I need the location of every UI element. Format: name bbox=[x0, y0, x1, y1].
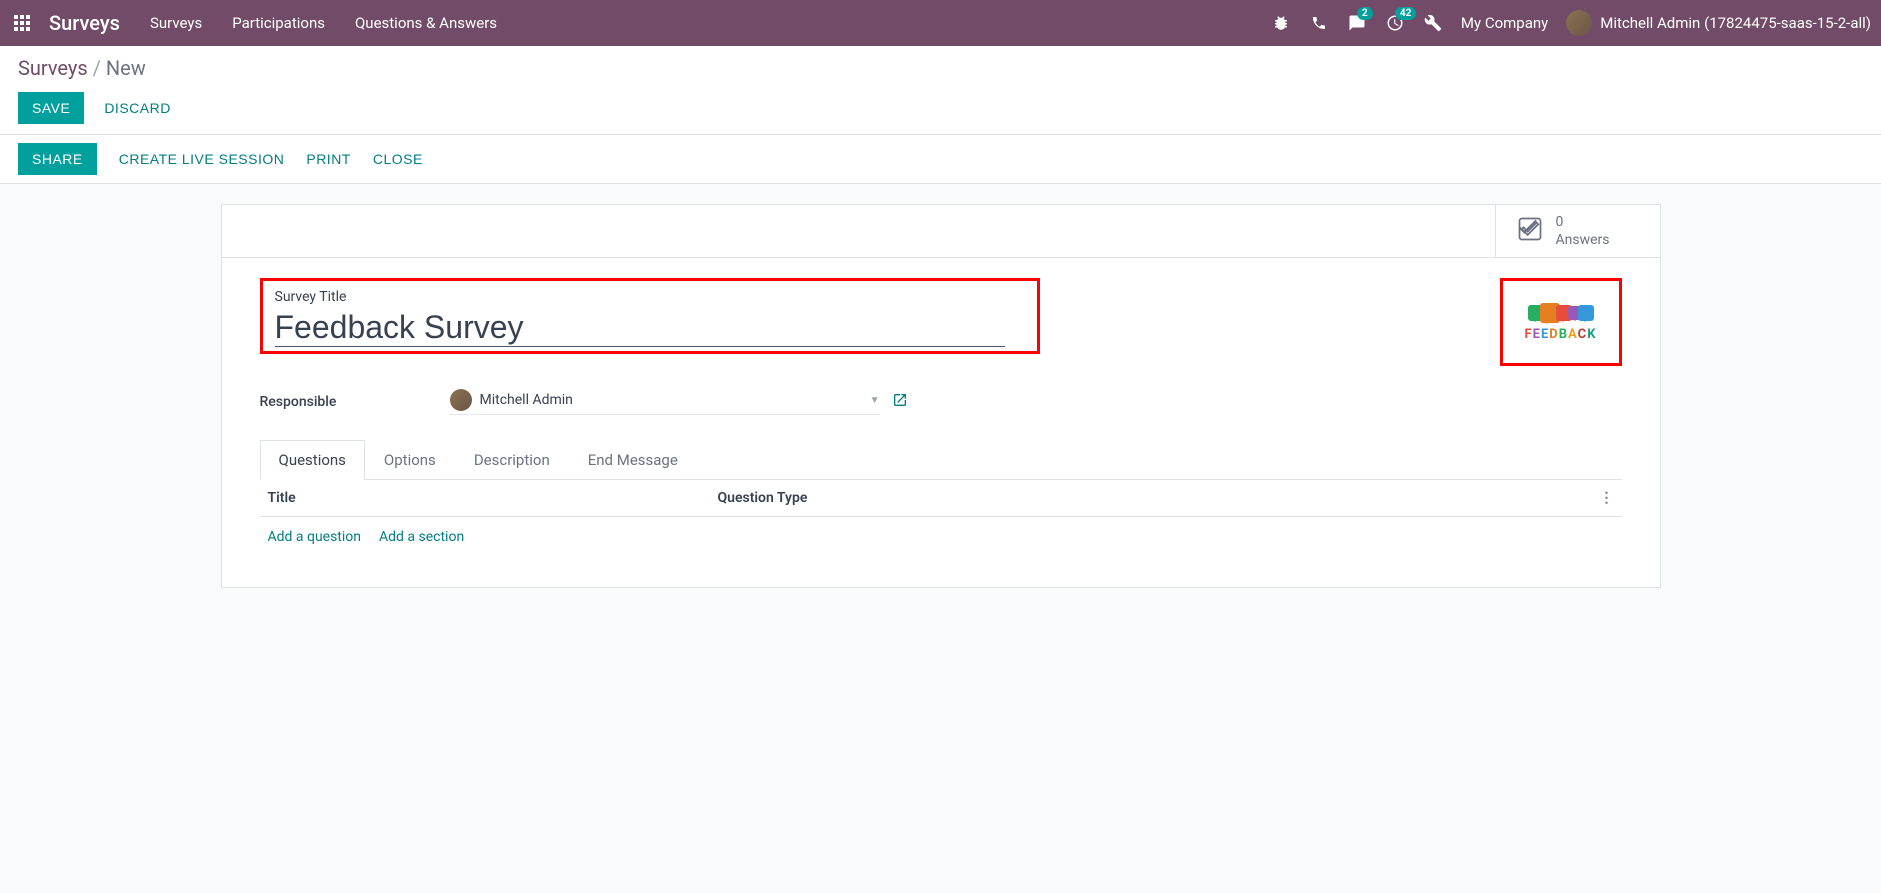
add-section-link[interactable]: Add a section bbox=[379, 529, 464, 545]
tabs: Questions Options Description End Messag… bbox=[260, 440, 1622, 480]
tab-options[interactable]: Options bbox=[365, 440, 455, 479]
form-container: 0 Answers Survey Title FEEDBACK bbox=[0, 184, 1881, 608]
responsible-label: Responsible bbox=[260, 394, 450, 410]
app-brand[interactable]: Surveys bbox=[49, 11, 120, 35]
column-question-type: Question Type bbox=[718, 490, 1600, 506]
title-highlight-box: Survey Title bbox=[260, 278, 1040, 354]
bug-icon[interactable] bbox=[1271, 13, 1291, 33]
print-button[interactable]: PRINT bbox=[306, 151, 351, 167]
action-bar: SHARE CREATE LIVE SESSION PRINT CLOSE bbox=[0, 134, 1881, 184]
messages-badge: 2 bbox=[1357, 7, 1373, 20]
close-button[interactable]: CLOSE bbox=[373, 151, 423, 167]
messages-icon[interactable]: 2 bbox=[1347, 13, 1367, 33]
nav-item-qa[interactable]: Questions & Answers bbox=[355, 14, 497, 32]
discard-button[interactable]: DISCARD bbox=[104, 100, 171, 116]
responsible-input[interactable]: Mitchell Admin ▼ bbox=[450, 389, 880, 415]
breadcrumb-current: New bbox=[106, 56, 146, 80]
chevron-down-icon: ▼ bbox=[870, 395, 880, 406]
tab-end-message[interactable]: End Message bbox=[569, 440, 697, 479]
stat-count: 0 bbox=[1556, 213, 1610, 231]
tab-content: Title Question Type ⋮ Add a question Add… bbox=[260, 480, 1622, 557]
phone-icon[interactable] bbox=[1309, 13, 1329, 33]
avatar-icon bbox=[1566, 10, 1592, 36]
stat-row: 0 Answers bbox=[222, 205, 1660, 258]
breadcrumb-root[interactable]: Surveys bbox=[18, 56, 88, 80]
avatar-icon bbox=[450, 389, 472, 411]
top-navbar: Surveys Surveys Participations Questions… bbox=[0, 0, 1881, 46]
nav-right: 2 42 My Company Mitchell Admin (17824475… bbox=[1271, 10, 1871, 36]
activities-icon[interactable]: 42 bbox=[1385, 13, 1405, 33]
share-button[interactable]: SHARE bbox=[18, 143, 97, 175]
tab-questions[interactable]: Questions bbox=[260, 440, 365, 480]
feedback-image-box[interactable]: FEEDBACK bbox=[1500, 278, 1622, 366]
breadcrumb: Surveys / New bbox=[18, 56, 1863, 80]
header-section: Surveys / New SAVE DISCARD bbox=[0, 46, 1881, 134]
user-name: Mitchell Admin (17824475-saas-15-2-all) bbox=[1600, 14, 1871, 32]
responsible-field: Responsible Mitchell Admin ▼ bbox=[260, 389, 1622, 415]
button-row: SAVE DISCARD bbox=[18, 92, 1863, 134]
survey-title-input[interactable] bbox=[275, 309, 1005, 347]
table-row-actions: Add a question Add a section bbox=[260, 517, 1622, 557]
form-body: Survey Title FEEDBACK Responsible Mitche… bbox=[222, 258, 1660, 587]
activities-badge: 42 bbox=[1395, 7, 1416, 20]
apps-menu-icon[interactable] bbox=[10, 11, 34, 35]
create-session-button[interactable]: CREATE LIVE SESSION bbox=[119, 151, 285, 167]
tools-icon[interactable] bbox=[1423, 13, 1443, 33]
external-link-icon[interactable] bbox=[892, 392, 908, 412]
answers-stat-button[interactable]: 0 Answers bbox=[1495, 205, 1660, 257]
user-menu[interactable]: Mitchell Admin (17824475-saas-15-2-all) bbox=[1566, 10, 1871, 36]
speech-bubbles-icon bbox=[1530, 303, 1592, 323]
checkbox-icon bbox=[1516, 215, 1544, 247]
stat-label: Answers bbox=[1556, 231, 1610, 249]
table-header: Title Question Type ⋮ bbox=[260, 480, 1622, 517]
stat-text: 0 Answers bbox=[1556, 213, 1610, 249]
add-question-link[interactable]: Add a question bbox=[268, 529, 362, 545]
survey-title-label: Survey Title bbox=[275, 289, 1025, 305]
company-selector[interactable]: My Company bbox=[1461, 14, 1548, 32]
nav-menu: Surveys Participations Questions & Answe… bbox=[150, 14, 1271, 32]
kebab-menu-icon[interactable]: ⋮ bbox=[1600, 490, 1614, 506]
save-button[interactable]: SAVE bbox=[18, 92, 84, 124]
nav-item-surveys[interactable]: Surveys bbox=[150, 14, 202, 32]
feedback-word: FEEDBACK bbox=[1525, 327, 1597, 342]
nav-item-participations[interactable]: Participations bbox=[232, 14, 325, 32]
form-sheet: 0 Answers Survey Title FEEDBACK bbox=[221, 204, 1661, 588]
tab-description[interactable]: Description bbox=[455, 440, 569, 479]
breadcrumb-separator: / bbox=[93, 56, 106, 80]
responsible-value: Mitchell Admin bbox=[480, 392, 573, 408]
column-title: Title bbox=[268, 490, 718, 506]
